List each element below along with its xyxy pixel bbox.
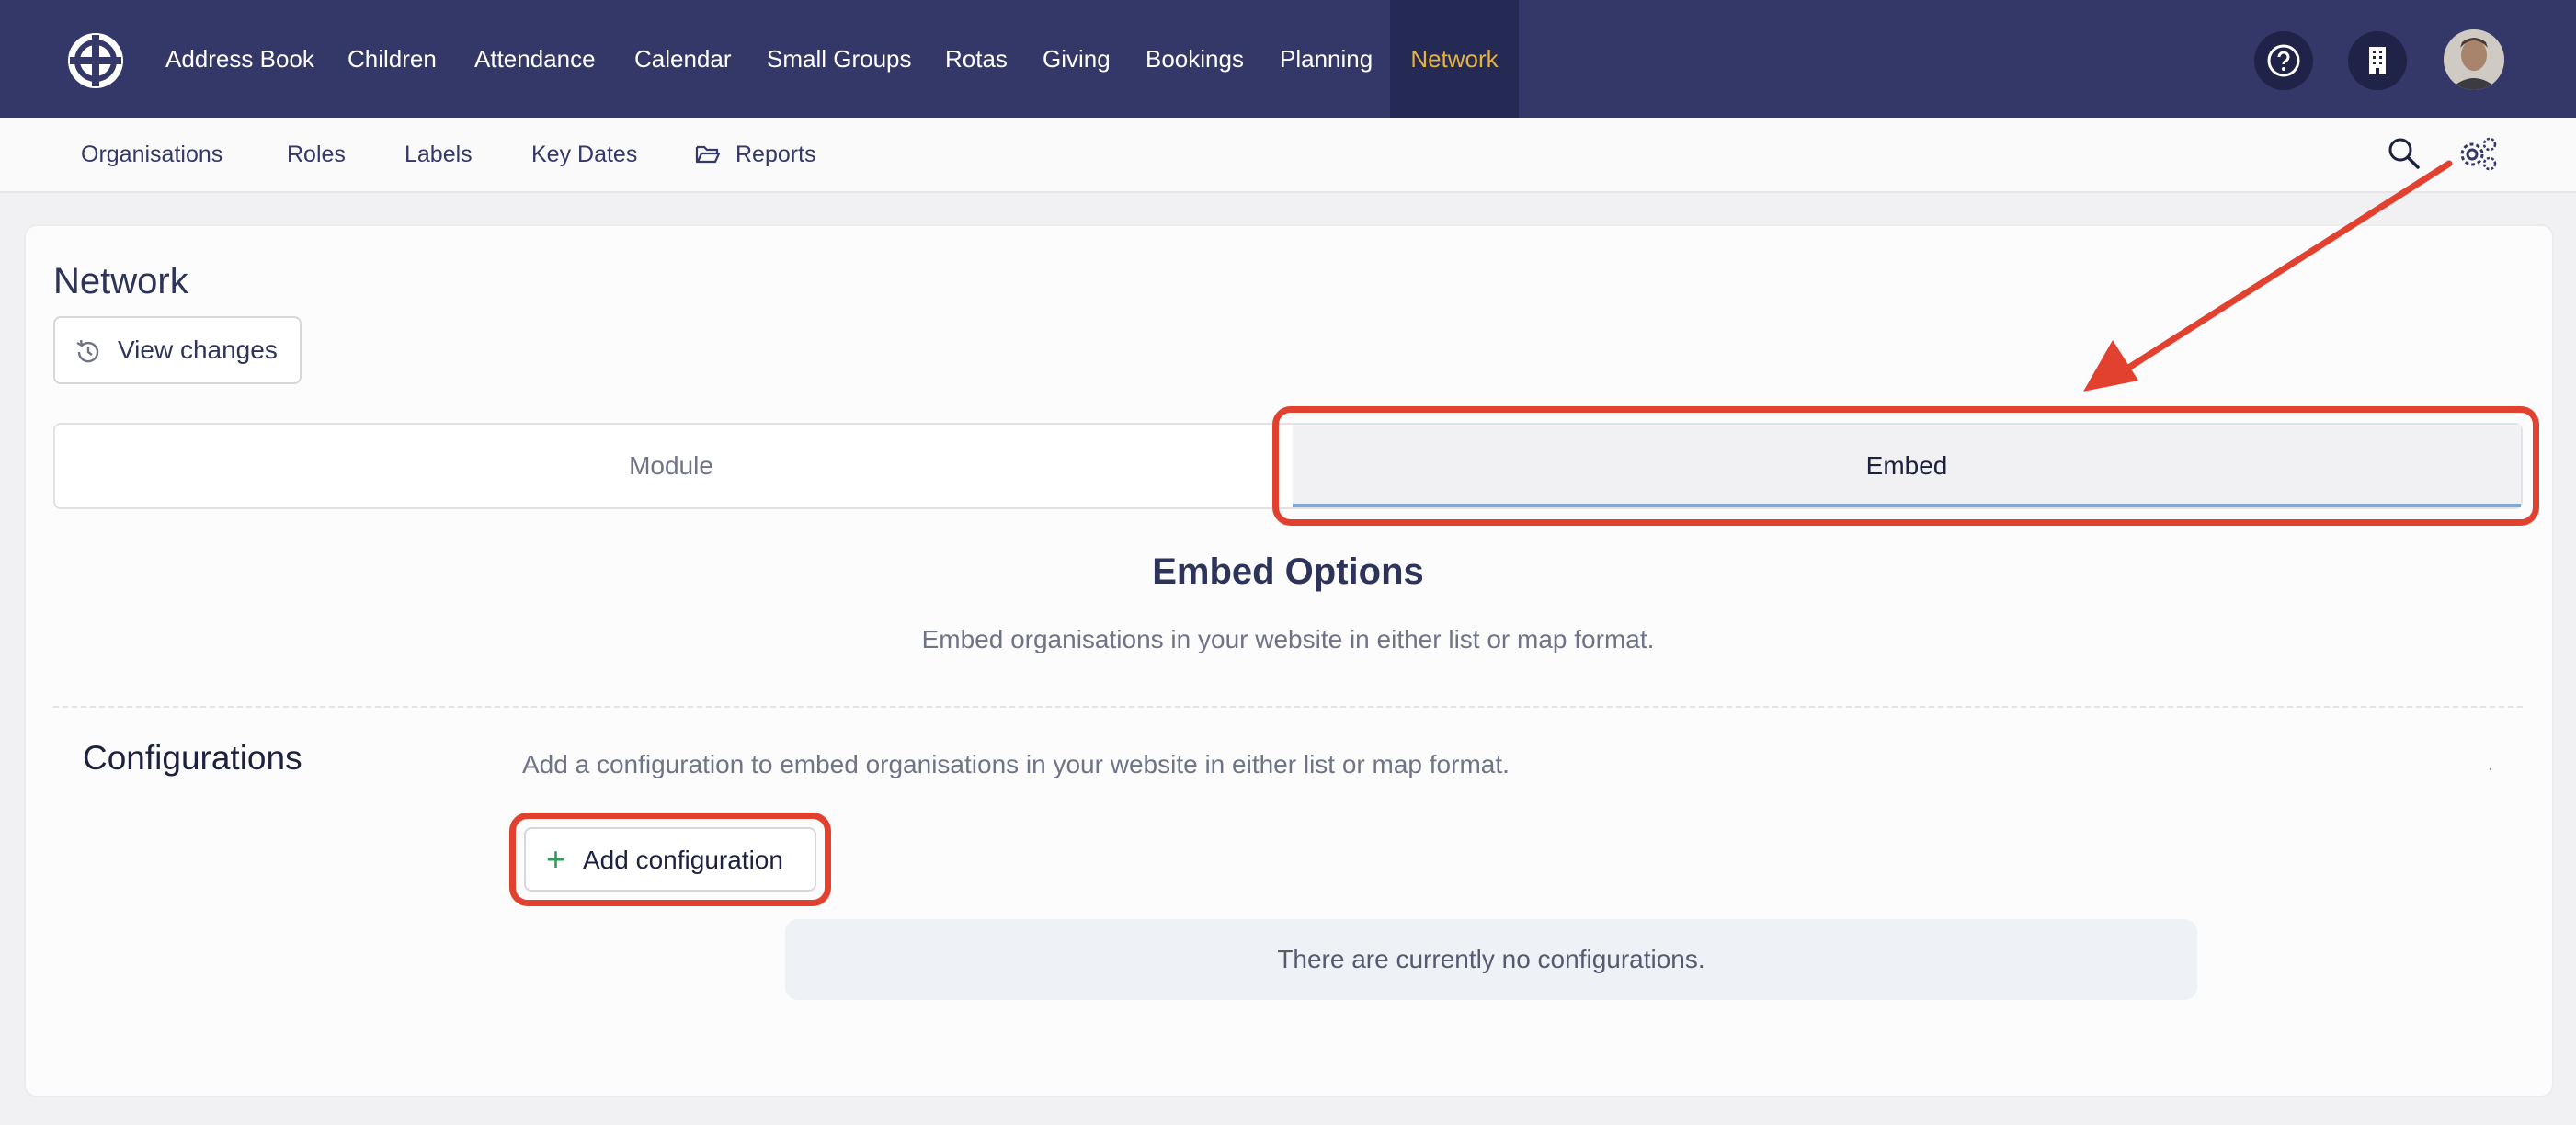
page-title: Network (53, 261, 188, 301)
folder-open-icon (695, 145, 721, 164)
nav-rotas[interactable]: Rotas (945, 0, 1008, 118)
subnav-reports[interactable]: Reports (735, 118, 816, 191)
subnav-organisations[interactable]: Organisations (81, 118, 222, 191)
nav-planning[interactable]: Planning (1280, 0, 1373, 118)
history-icon (76, 339, 99, 363)
nav-network[interactable]: Network (1390, 0, 1519, 118)
add-configuration-highlight (509, 812, 831, 906)
tab-module[interactable]: Module (55, 425, 1287, 507)
configurations-title: Configurations (83, 739, 302, 777)
nav-bookings[interactable]: Bookings (1146, 0, 1244, 118)
search-icon[interactable] (2387, 136, 2422, 171)
help-icon[interactable] (2254, 31, 2313, 90)
view-changes-button[interactable]: View changes (53, 316, 302, 384)
nav-giving[interactable]: Giving (1043, 0, 1111, 118)
app-logo-icon[interactable] (66, 31, 125, 90)
top-navbar: Address Book Children Attendance Calenda… (0, 0, 2576, 118)
subnav-roles[interactable]: Roles (287, 118, 346, 191)
building-icon[interactable] (2348, 31, 2407, 90)
empty-configurations-message: There are currently no configurations. (785, 919, 2197, 1000)
sub-navbar: Organisations Roles Labels Key Dates Rep… (0, 118, 2576, 193)
avatar[interactable] (2444, 29, 2504, 90)
configurations-description: Add a configuration to embed organisatio… (522, 750, 1510, 778)
subnav-labels[interactable]: Labels (405, 118, 473, 191)
embed-options-subtitle: Embed organisations in your website in e… (921, 625, 1655, 653)
stray-dot: . (2488, 752, 2494, 775)
nav-attendance[interactable]: Attendance (474, 0, 596, 118)
nav-calendar[interactable]: Calendar (634, 0, 732, 118)
settings-gears-icon[interactable] (2456, 134, 2499, 173)
nav-address-book[interactable]: Address Book (165, 0, 314, 118)
embed-tab-highlight (1272, 406, 2539, 526)
embed-options-title: Embed Options (1152, 551, 1424, 592)
nav-children[interactable]: Children (348, 0, 437, 118)
view-changes-label: View changes (118, 335, 278, 364)
nav-small-groups[interactable]: Small Groups (767, 0, 912, 118)
subnav-key-dates[interactable]: Key Dates (531, 118, 637, 191)
section-divider (53, 706, 2523, 708)
